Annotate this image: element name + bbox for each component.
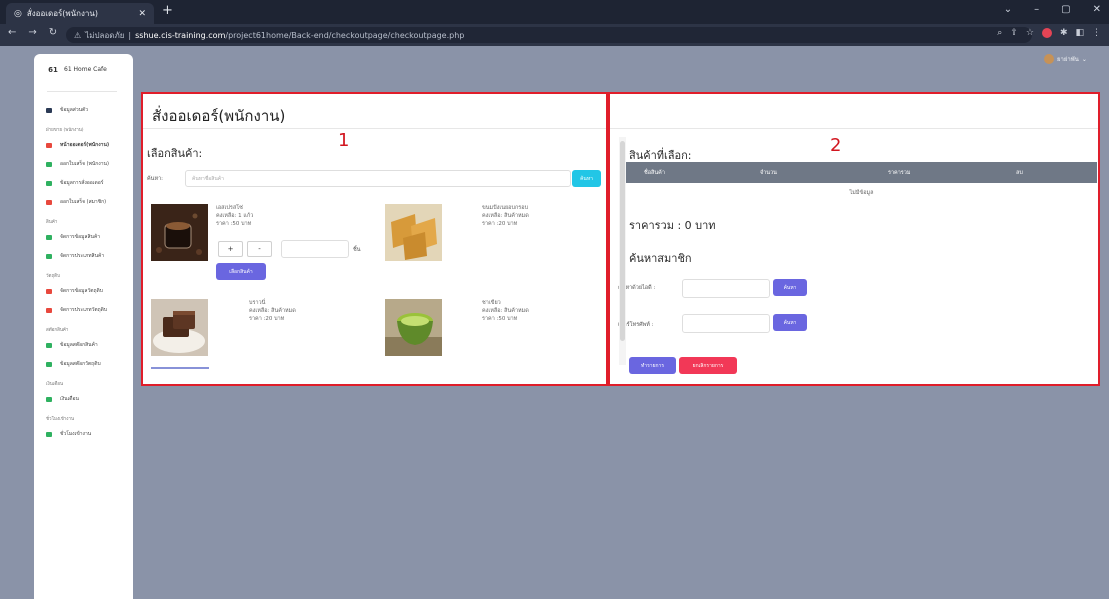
sidebar-item-icon	[46, 161, 52, 167]
sidebar-heading-label: สต๊อกสินค้า	[46, 328, 69, 333]
globe-icon: ◎	[14, 8, 22, 19]
browser-tab[interactable]: ◎ สั่งออเดอร์(พนักงาน) ✕	[6, 3, 154, 24]
sidebar-item[interactable]: จัดการข้อมูลวัตถุดิบ	[34, 285, 133, 297]
sidebar-item-icon	[46, 307, 52, 313]
sidebar-item-label: ออกใบเสร็จ (สมาชิก)	[60, 199, 107, 205]
sidebar-section-heading: สินค้า	[34, 218, 133, 225]
brand-logo: 61	[48, 65, 58, 74]
address-bar-row: ← → ↻ ⚠ ไม่ปลอดภัย | sshue.cis-training.…	[0, 24, 1109, 46]
sidebar-item-label: เงินเดือน	[60, 396, 79, 402]
user-name: ยาย่าพัน	[1057, 56, 1079, 63]
sidebar-item[interactable]: ข้อมูลสต๊อกสินค้า	[34, 339, 133, 351]
tab-search-icon[interactable]: ⌄	[1004, 4, 1012, 15]
user-menu[interactable]: ยาย่าพัน ⌄	[1044, 54, 1087, 64]
sidebar-item-label: จัดการข้อมูลสินค้า	[60, 234, 101, 240]
annotation-label-2: 2	[830, 135, 842, 156]
sidebar-item[interactable]: ข้อมูลส่วนตัว	[34, 104, 133, 116]
sidebar-divider	[47, 91, 117, 92]
extension-icon[interactable]	[1041, 28, 1052, 38]
window-controls: ⌄ – ▢ ✕	[1004, 4, 1101, 15]
annotation-box-2	[608, 92, 1100, 386]
sidebar: 61 61 Home Cafe ข้อมูลส่วนตัวฝ่ายขาย (พน…	[34, 54, 133, 599]
sidebar-item-label: จัดการข้อมูลวัตถุดิบ	[60, 288, 103, 294]
sidebar-heading-label: เงินเดือน	[46, 382, 64, 387]
sidebar-item-label: ข้อมูลสต๊อกสินค้า	[60, 342, 98, 348]
sidebar-heading-label: ชั่วโมงเข้างาน	[46, 417, 75, 422]
sidebar-heading-label: ฝ่ายขาย (พนักงาน)	[46, 128, 84, 133]
chevron-down-icon: ⌄	[1081, 55, 1087, 63]
sidebar-item-icon	[46, 180, 52, 186]
sidebar-item[interactable]: ออกใบเสร็จ (พนักงาน)	[34, 158, 133, 170]
sidebar-item[interactable]: ข้อมูลสต๊อกวัตถุดิบ	[34, 358, 133, 370]
sidebar-item-label: หน้าออเดอร์(พนักงาน)	[60, 142, 110, 148]
nav-buttons: ← → ↻	[8, 27, 57, 38]
sidebar-menu: ข้อมูลส่วนตัวฝ่ายขาย (พนักงาน) หน้าออเดอร…	[34, 104, 133, 440]
sidebar-section-heading: วัตถุดิบ	[34, 272, 133, 279]
sidebar-item-icon	[46, 107, 52, 113]
menu-icon[interactable]: ⋮	[1092, 28, 1101, 38]
close-tab-icon[interactable]: ✕	[138, 9, 146, 19]
sidebar-item-label: ออกใบเสร็จ (พนักงาน)	[60, 161, 109, 167]
extension-icons: ⌕ ⇪ ☆ ✱ ◧ ⋮	[997, 28, 1101, 38]
sidebar-heading-label: วัตถุดิบ	[46, 274, 60, 279]
puzzle-icon[interactable]: ✱	[1060, 28, 1068, 38]
avatar	[1044, 54, 1054, 64]
sidebar-item-label: ข้อมูลส่วนตัว	[60, 107, 89, 113]
url-field[interactable]: ⚠ ไม่ปลอดภัย | sshue.cis-training.com /p…	[66, 27, 1032, 43]
annotation-label-1: 1	[338, 130, 350, 151]
warning-icon: ⚠	[74, 30, 82, 40]
sidebar-item-label: จัดการประเภทวัตถุดิบ	[60, 307, 108, 313]
sidebar-section-heading: ชั่วโมงเข้างาน	[34, 415, 133, 422]
sidebar-item-icon	[46, 142, 52, 148]
security-label: ไม่ปลอดภัย	[85, 30, 125, 40]
url-path: /project61home/Back-end/checkoutpage/che…	[225, 30, 465, 40]
reload-icon[interactable]: ↻	[49, 27, 57, 38]
sidebar-section-heading: เงินเดือน	[34, 380, 133, 387]
brand[interactable]: 61 61 Home Cafe	[34, 54, 133, 73]
sidebar-item[interactable]: หน้าออเดอร์(พนักงาน)	[34, 139, 133, 151]
tab-title: สั่งออเดอร์(พนักงาน)	[26, 9, 98, 18]
sidepanel-icon[interactable]: ◧	[1075, 28, 1084, 38]
sidebar-item-label: ข้อมูลการสั่งออเดอร์	[60, 180, 104, 186]
sidebar-item[interactable]: จัดการข้อมูลสินค้า	[34, 231, 133, 243]
share-icon[interactable]: ⇪	[1010, 28, 1018, 38]
minimize-icon[interactable]: –	[1034, 4, 1039, 15]
star-icon[interactable]: ☆	[1026, 28, 1034, 38]
sidebar-item[interactable]: ชั่วโมงเข้างาน	[34, 428, 133, 440]
annotation-box-1	[141, 92, 608, 386]
brand-name: 61 Home Cafe	[64, 66, 107, 73]
sidebar-item-icon	[46, 199, 52, 205]
sidebar-item-icon	[46, 431, 52, 437]
maximize-icon[interactable]: ▢	[1061, 4, 1070, 15]
url-domain: sshue.cis-training.com	[135, 30, 226, 40]
back-icon[interactable]: ←	[8, 27, 16, 38]
forward-icon[interactable]: →	[28, 27, 36, 38]
sidebar-item-icon	[46, 253, 52, 259]
sidebar-item[interactable]: ออกใบเสร็จ (สมาชิก)	[34, 196, 133, 208]
sidebar-heading-label: สินค้า	[46, 220, 58, 225]
sidebar-item-label: ชั่วโมงเข้างาน	[60, 431, 92, 437]
sidebar-item-icon	[46, 361, 52, 367]
sidebar-item-label: ข้อมูลสต๊อกวัตถุดิบ	[60, 361, 101, 367]
sidebar-item[interactable]: จัดการประเภทสินค้า	[34, 250, 133, 262]
close-window-icon[interactable]: ✕	[1093, 4, 1101, 15]
sidebar-item-icon	[46, 234, 52, 240]
sidebar-item-label: จัดการประเภทสินค้า	[60, 253, 105, 259]
sidebar-item[interactable]: ข้อมูลการสั่งออเดอร์	[34, 177, 133, 189]
sidebar-item[interactable]: จัดการประเภทวัตถุดิบ	[34, 304, 133, 316]
sidebar-item-icon	[46, 396, 52, 402]
sidebar-section-heading: ฝ่ายขาย (พนักงาน)	[34, 126, 133, 133]
sidebar-item[interactable]: เงินเดือน	[34, 393, 133, 405]
sidebar-item-icon	[46, 288, 52, 294]
new-tab-button[interactable]: +	[162, 3, 173, 18]
browser-tab-strip: ◎ สั่งออเดอร์(พนักงาน) ✕ + ⌄ – ▢ ✕	[0, 0, 1109, 24]
zoom-icon[interactable]: ⌕	[997, 28, 1002, 38]
sidebar-section-heading: สต๊อกสินค้า	[34, 326, 133, 333]
sidebar-item-icon	[46, 342, 52, 348]
